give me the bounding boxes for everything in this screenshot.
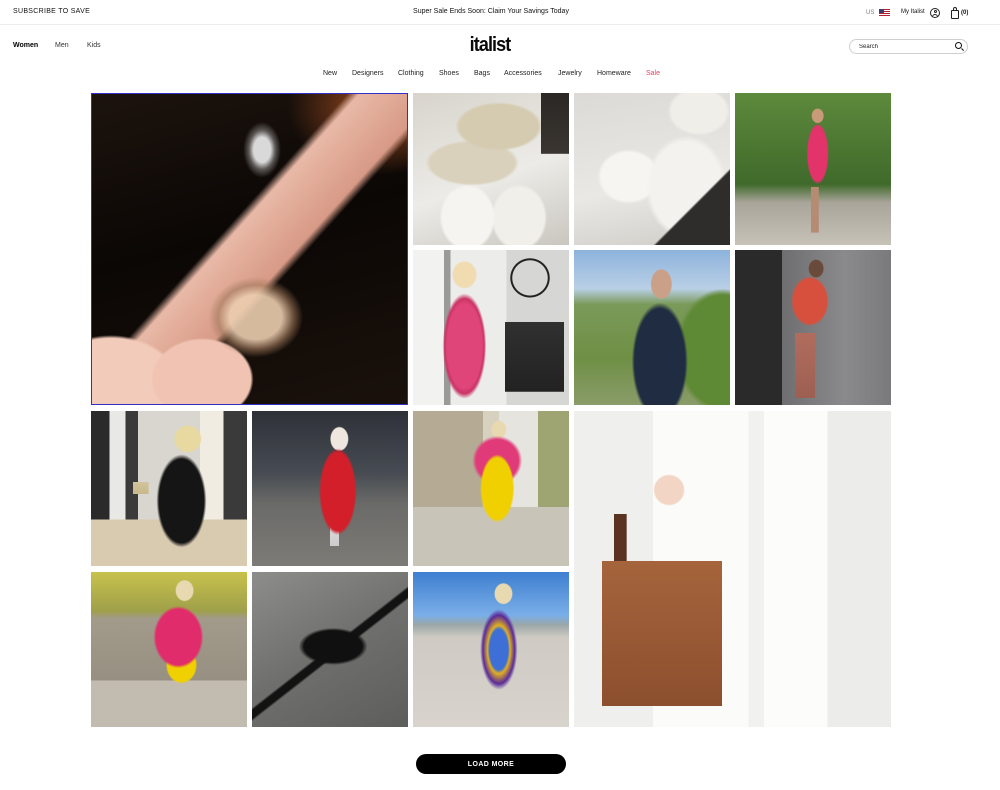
search-input[interactable] [849,39,968,54]
nav-item-accessories[interactable]: Accessories [504,70,542,78]
nav-item-clothing[interactable]: Clothing [398,70,424,78]
nav-item-designers[interactable]: Designers [352,70,384,78]
us-flag-icon[interactable] [879,9,890,16]
site-logo[interactable]: italist [436,34,544,56]
topbar-divider [0,24,1000,25]
tab-kids[interactable]: Kids [87,42,101,50]
nav-item-homeware[interactable]: Homeware [597,70,631,78]
photo-tile[interactable] [735,250,891,405]
cart-count[interactable]: (0) [961,9,968,17]
photo-tile[interactable] [252,572,408,727]
nav-item-new[interactable]: New [323,70,337,78]
featured-photo[interactable] [91,93,408,405]
promo-banner[interactable]: Super Sale Ends Soon: Claim Your Savings… [341,8,641,16]
photo-tile[interactable] [91,572,247,727]
tab-men[interactable]: Men [55,42,69,50]
photo-tile[interactable] [413,250,569,405]
shopping-bag-icon[interactable] [951,7,959,19]
nav-item-jewelry[interactable]: Jewelry [558,70,582,78]
photo-tile[interactable] [574,250,730,405]
user-icon[interactable] [930,8,940,18]
photo-tile[interactable] [735,93,891,245]
photo-tile-large[interactable] [574,411,891,727]
photo-tile[interactable] [252,411,408,566]
account-link[interactable]: My Italist [901,8,925,16]
region-label[interactable]: US [866,9,874,17]
load-more-button[interactable]: LOAD MORE [416,754,566,774]
photo-tile[interactable] [413,93,569,245]
search-icon[interactable] [955,42,962,49]
photo-tile[interactable] [574,93,730,245]
photo-tile[interactable] [413,572,569,727]
subscribe-link[interactable]: SUBSCRIBE TO SAVE [13,8,90,16]
nav-item-sale[interactable]: Sale [646,70,660,78]
nav-item-shoes[interactable]: Shoes [439,70,459,78]
tab-women[interactable]: Women [13,42,38,50]
photo-tile[interactable] [413,411,569,566]
photo-tile[interactable] [91,411,247,566]
nav-item-bags[interactable]: Bags [474,70,490,78]
